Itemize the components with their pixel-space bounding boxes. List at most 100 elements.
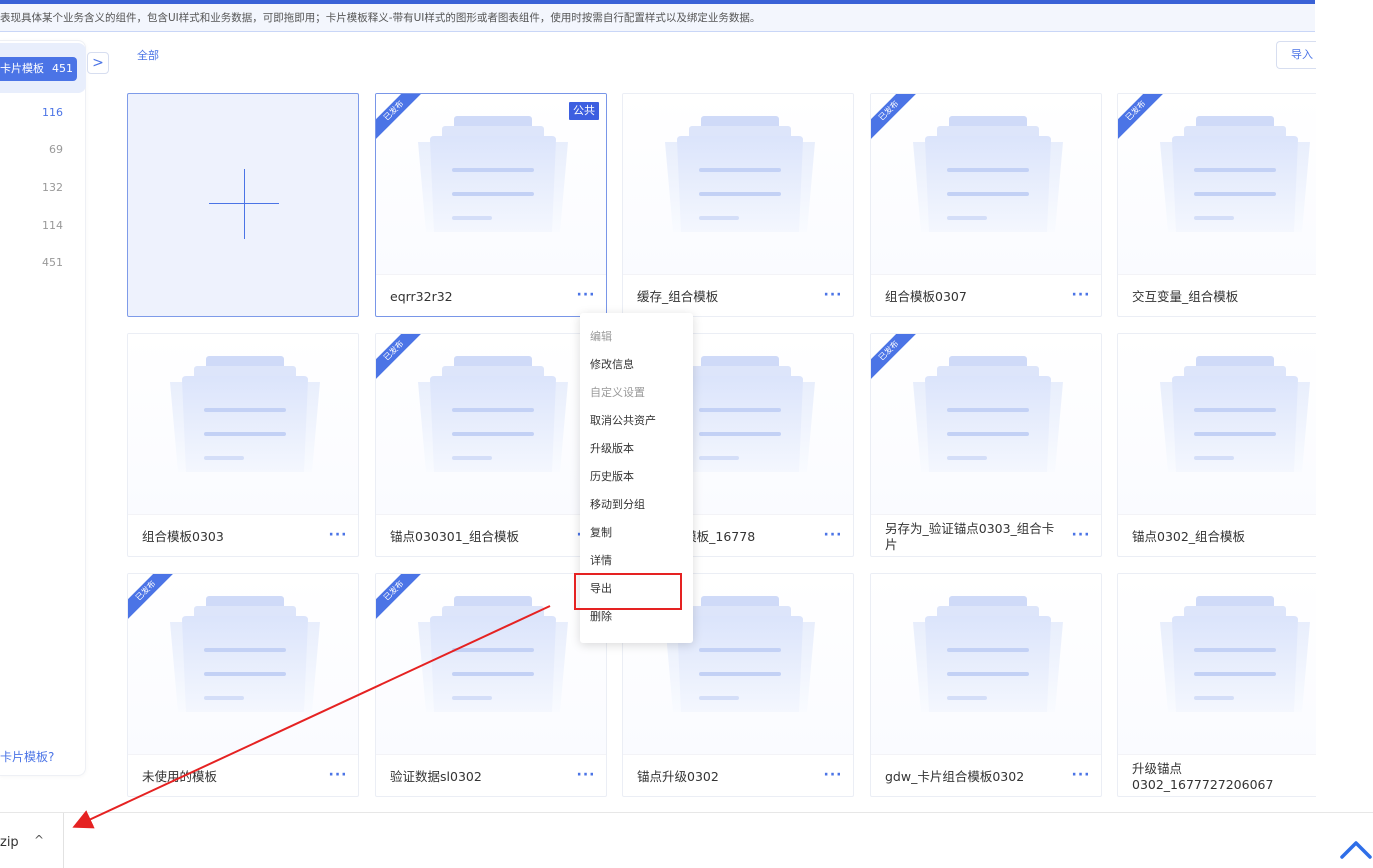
card-template-help-link[interactable]: 卡片模板? <box>0 748 54 765</box>
card-footer: 锚点0302_组合模板 ··· <box>1118 514 1316 556</box>
download-divider <box>63 813 64 868</box>
more-options-icon[interactable]: ··· <box>1069 767 1093 787</box>
card-name: 组合模板0307 <box>885 289 967 304</box>
card-name: 未使用的模板 <box>142 769 218 784</box>
card-footer: eqrr32r32 ··· <box>376 274 606 316</box>
card-thumbnail <box>871 94 1101 274</box>
template-card[interactable]: 已发布 验证数据sl0302 ··· <box>375 573 607 797</box>
card-thumbnail <box>871 334 1101 514</box>
template-card[interactable]: 升级锚点0302_1677727206067 ··· <box>1117 573 1316 797</box>
card-thumbnail <box>128 334 358 514</box>
download-bar: zip ^ <box>0 812 1373 868</box>
sidebar-count[interactable]: 114 <box>42 219 63 232</box>
folder-illustration <box>1160 356 1310 472</box>
menu-item[interactable]: 升级版本 <box>580 435 693 463</box>
card-footer: 组合模板0307 ··· <box>871 274 1101 316</box>
folder-illustration <box>1160 116 1310 232</box>
card-footer: 验证数据sl0302 ··· <box>376 754 606 796</box>
folder-illustration <box>913 116 1063 232</box>
card-thumbnail <box>376 574 606 754</box>
folder-illustration <box>418 116 568 232</box>
card-thumbnail <box>1118 94 1316 274</box>
template-card[interactable]: 已发布 未使用的模板 ··· <box>127 573 359 797</box>
chevron-up-icon[interactable]: ^ <box>34 833 44 847</box>
menu-item[interactable]: 详情 <box>580 547 693 575</box>
menu-item[interactable]: 取消公共资产 <box>580 407 693 435</box>
menu-item[interactable]: 移动到分组 <box>580 491 693 519</box>
menu-group-label: 自定义设置 <box>590 386 645 399</box>
plus-icon-stem <box>244 169 245 239</box>
card-footer: 组合模板0303 ··· <box>128 514 358 556</box>
sidebar-item-count: 451 <box>52 62 73 75</box>
card-thumbnail <box>1118 334 1316 514</box>
sidebar-active-row[interactable]: 卡片模板 451 <box>0 43 86 93</box>
card-name: 交互变量_组合模板 <box>1132 289 1239 304</box>
folder-illustration <box>913 356 1063 472</box>
template-card[interactable]: 锚点0302_组合模板 ··· <box>1117 333 1316 557</box>
folder-illustration <box>913 596 1063 712</box>
folder-illustration <box>1160 596 1310 712</box>
template-card[interactable]: 已发布 交互变量_组合模板 ··· <box>1117 93 1316 317</box>
filter-all-tab[interactable]: 全部 <box>137 47 159 63</box>
more-options-icon[interactable]: ··· <box>574 287 598 307</box>
menu-item[interactable]: 复制 <box>580 519 693 547</box>
sidebar-count[interactable]: 116 <box>42 106 63 119</box>
public-badge: 公共 <box>569 102 599 120</box>
template-card[interactable]: 组合模板0303 ··· <box>127 333 359 557</box>
card-thumbnail <box>871 574 1101 754</box>
template-card[interactable]: gdw_卡片组合模板0302 ··· <box>870 573 1102 797</box>
add-template-card[interactable] <box>127 93 359 317</box>
more-options-icon[interactable]: ··· <box>326 767 350 787</box>
sidebar-item-label: 卡片模板 <box>0 62 44 75</box>
more-options-icon[interactable]: ··· <box>821 527 845 547</box>
folder-illustration <box>665 116 815 232</box>
card-name: 锚点0302_组合模板 <box>1132 529 1246 544</box>
download-file-name[interactable]: zip <box>0 835 19 850</box>
card-footer: gdw_卡片组合模板0302 ··· <box>871 754 1101 796</box>
card-name: 升级锚点0302_1677727206067 <box>1132 761 1274 792</box>
sidebar-count[interactable]: 132 <box>42 181 63 194</box>
import-button[interactable]: 导入 <box>1276 41 1316 69</box>
card-footer: 交互变量_组合模板 ··· <box>1118 274 1316 316</box>
sidebar-item-card-template[interactable]: 卡片模板 451 <box>0 57 77 81</box>
card-name: 锚点升级0302 <box>637 769 719 784</box>
menu-group-label: 编辑 <box>590 330 612 343</box>
category-sidebar: 卡片模板 451 116 69 132 114 451 卡片模板? <box>0 40 86 776</box>
card-footer: 未使用的模板 ··· <box>128 754 358 796</box>
card-footer: 锚点升级0302 ··· <box>623 754 853 796</box>
card-name: 验证数据sl0302 <box>390 769 482 784</box>
card-name: gdw_卡片组合模板0302 <box>885 769 1025 784</box>
folder-illustration <box>170 356 320 472</box>
sidebar-count[interactable]: 451 <box>42 256 63 269</box>
more-options-icon[interactable]: ··· <box>574 767 598 787</box>
template-card[interactable]: 已发布 公共 eqrr32r32 ··· <box>375 93 607 317</box>
card-footer: 锚点030301_组合模板 ··· <box>376 514 606 556</box>
sidebar-count[interactable]: 69 <box>49 143 63 156</box>
template-card[interactable]: 缓存_组合模板 ··· <box>622 93 854 317</box>
more-options-icon[interactable]: ··· <box>821 287 845 307</box>
more-options-icon[interactable]: ··· <box>1069 527 1093 547</box>
template-card[interactable]: 已发布 锚点030301_组合模板 ··· <box>375 333 607 557</box>
card-thumbnail <box>128 574 358 754</box>
description-bar: 表现具体某个业务含义的组件，包含UI样式和业务数据，可即拖即用；卡片模板释义-带… <box>0 4 1315 32</box>
folder-illustration <box>170 596 320 712</box>
card-name: 另存为_验证锚点0303_组合卡片 <box>885 521 1055 552</box>
menu-item[interactable]: 历史版本 <box>580 463 693 491</box>
folder-illustration <box>418 356 568 472</box>
menu-item[interactable]: 修改信息 <box>580 351 693 379</box>
card-name: eqrr32r32 <box>390 289 453 304</box>
card-name: 缓存_组合模板 <box>637 289 719 304</box>
card-footer: 另存为_验证锚点0303_组合卡片 ··· <box>871 514 1101 556</box>
export-highlight-box <box>574 573 682 610</box>
card-name: 组合模板0303 <box>142 529 224 544</box>
template-card[interactable]: 已发布 组合模板0307 ··· <box>870 93 1102 317</box>
more-options-icon[interactable]: ··· <box>821 767 845 787</box>
scroll-to-top-icon[interactable] <box>1338 833 1373 861</box>
more-options-icon[interactable]: ··· <box>326 527 350 547</box>
card-footer: 缓存_组合模板 ··· <box>623 274 853 316</box>
template-card[interactable]: 已发布 另存为_验证锚点0303_组合卡片 ··· <box>870 333 1102 557</box>
card-name: 锚点030301_组合模板 <box>390 529 519 544</box>
expand-sidebar-button[interactable]: > <box>87 52 109 74</box>
more-options-icon[interactable]: ··· <box>1069 287 1093 307</box>
card-thumbnail <box>376 334 606 514</box>
